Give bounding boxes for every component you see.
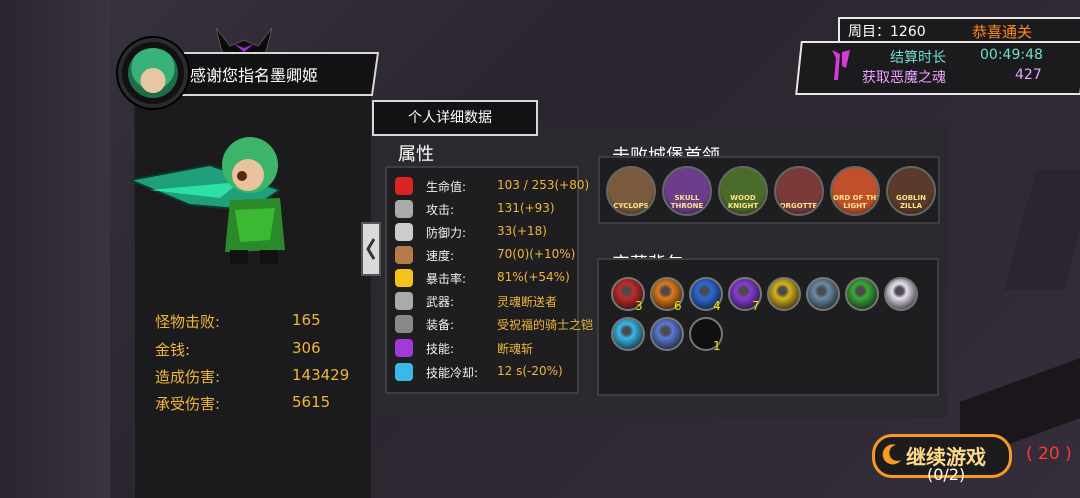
avatar[interactable] <box>118 38 188 108</box>
weapon-icon <box>395 292 413 310</box>
skill-icon <box>395 339 413 357</box>
stat-label-kills: 怪物击败: <box>155 313 221 331</box>
attribute-label: 速度: <box>426 249 455 263</box>
boss-portrait[interactable]: CYCLOPS <box>606 166 656 216</box>
item-count: 3 <box>635 299 643 313</box>
stat-label-damage-dealt: 造成伤害: <box>155 368 221 386</box>
boss-portrait[interactable]: WOOD KNIGHT <box>718 166 768 216</box>
attribute-label: 防御力: <box>426 226 467 240</box>
crescent-moon-icon <box>882 444 901 465</box>
item-count: 1 <box>713 339 721 353</box>
boss-portrait[interactable]: SKULL THRONE <box>662 166 712 216</box>
attribute-value: 灵魂断送者 <box>497 295 558 309</box>
continue-progress: (0/2) <box>927 465 966 484</box>
background-shard <box>1003 170 1080 290</box>
green-flask-icon[interactable] <box>845 277 879 311</box>
stat-value-damage-taken: 5615 <box>292 393 331 411</box>
attribute-label: 技能: <box>426 342 455 356</box>
tab-personal-details-label: 个人详细数据 <box>408 110 492 126</box>
boss-label: FORGOTTEN <box>774 202 824 210</box>
time-label: 结算时长 <box>890 50 946 66</box>
attribute-label: 装备: <box>426 318 455 332</box>
attribute-label: 武器: <box>426 295 455 309</box>
attribute-value: 断魂斩 <box>497 342 534 356</box>
gold-ring-icon[interactable] <box>767 277 801 311</box>
boss-label: LORD OF THE LIGHT <box>830 194 880 210</box>
attribute-value: 受祝福的骑士之铠 <box>497 318 594 332</box>
character-message: 感谢您指名墨卿姬 <box>190 66 319 85</box>
stat-value-gold: 306 <box>292 339 321 357</box>
boss-label: WOOD KNIGHT <box>727 194 759 210</box>
treasure-box <box>597 258 939 396</box>
soul-value: 427 <box>1015 67 1042 83</box>
cooldown-icon <box>395 363 413 381</box>
attribute-value: 12 s(-20%) <box>497 364 563 378</box>
boss-portrait[interactable]: LORD OF THE LIGHT <box>830 166 880 216</box>
attribute-value: 131(+93) <box>497 201 555 215</box>
stat-label-damage-taken: 承受伤害: <box>155 395 221 413</box>
hero-sprite <box>130 137 285 264</box>
attribute-label: 技能冷却: <box>426 366 479 380</box>
attribute-value: 70(0)(+10%) <box>497 247 576 261</box>
continue-countdown: ( 20 ) <box>1026 444 1072 464</box>
chevron-left-icon <box>366 238 376 260</box>
boss-label: GOBLIN ZILLA <box>896 194 926 210</box>
boss-portrait[interactable]: GOBLIN ZILLA <box>886 166 936 216</box>
stat-label-gold: 金钱: <box>155 341 191 359</box>
item-count: 7 <box>752 299 760 313</box>
boss-label: SKULL THRONE <box>670 194 704 210</box>
sun-icon <box>395 269 413 287</box>
clear-label: 恭喜通关 <box>972 23 1033 41</box>
water-jar-icon[interactable] <box>650 317 684 351</box>
boss-portrait[interactable]: FORGOTTEN <box>774 166 824 216</box>
stat-value-damage-dealt: 143429 <box>292 366 350 384</box>
armor-icon <box>395 315 413 333</box>
attribute-label: 攻击: <box>426 203 455 217</box>
boss-label: CYCLOPS <box>613 202 649 210</box>
stat-value-kills: 165 <box>292 311 321 329</box>
heart-icon <box>395 177 413 195</box>
shield-icon <box>395 223 413 241</box>
attribute-label: 生命值: <box>426 180 467 194</box>
collapse-panel-button[interactable] <box>361 222 381 276</box>
attribute-label: 暴击率: <box>426 272 467 286</box>
attribute-value: 103 / 253(+80) <box>497 178 590 192</box>
potion-bottle-icon[interactable] <box>806 277 840 311</box>
snowflake-icon[interactable] <box>611 317 645 351</box>
demon-soul-icon <box>832 50 850 80</box>
item-count: 4 <box>713 299 721 313</box>
white-orb-icon[interactable] <box>884 277 918 311</box>
sword-icon <box>395 200 413 218</box>
cycle-label: 周目：1260 <box>848 24 926 40</box>
item-count: 6 <box>674 299 682 313</box>
attribute-value: 81%(+54%) <box>497 270 570 284</box>
attributes-title: 属性 <box>398 144 434 165</box>
attribute-value: 33(+18) <box>497 224 547 238</box>
background-shard <box>0 0 110 498</box>
soul-label: 获取恶魔之魂 <box>862 70 946 86</box>
time-value: 00:49:48 <box>980 47 1043 63</box>
boot-icon <box>395 246 413 264</box>
